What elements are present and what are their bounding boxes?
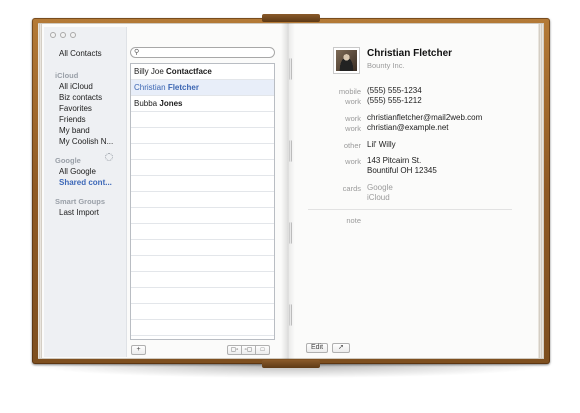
empty-row	[131, 176, 274, 192]
sidebar-item-biz-contacts[interactable]: Biz contacts	[59, 93, 102, 102]
field-label-other: other	[343, 141, 361, 150]
edit-button[interactable]: Edit	[306, 343, 328, 353]
empty-row	[131, 144, 274, 160]
empty-row	[131, 128, 274, 144]
field-label-work-email-2: work	[345, 124, 361, 133]
top-binding	[262, 14, 320, 22]
sidebar-item-my-coolish[interactable]: My Coolish N...	[59, 137, 113, 146]
list-item-selected[interactable]: Christian Fletcher	[131, 80, 274, 96]
list-item[interactable]: Billy Joe Contactface	[131, 64, 274, 80]
add-contact-button[interactable]: +	[131, 345, 146, 355]
field-value-card-google: Google	[367, 183, 393, 192]
contact-name: Christian Fletcher	[367, 48, 453, 59]
field-value-work-email[interactable]: christianfletcher@mail2web.com	[367, 113, 482, 122]
zoom-button[interactable]	[70, 32, 76, 38]
binder-ring	[289, 58, 292, 80]
empty-row	[131, 112, 274, 128]
card-view-icon[interactable]: □	[255, 345, 270, 355]
empty-row	[131, 192, 274, 208]
left-page-edges	[38, 24, 42, 358]
right-page-edges	[538, 24, 544, 358]
contacts-list: Billy Joe Contactface Christian Fletcher…	[130, 63, 275, 340]
close-button[interactable]	[50, 32, 56, 38]
avatar[interactable]	[333, 47, 360, 74]
binder-ring	[289, 304, 292, 326]
field-label-note: note	[346, 216, 361, 225]
field-value-mobile[interactable]: (555) 555-1234	[367, 86, 422, 95]
list-view-icon[interactable]: ▫▢	[241, 345, 256, 355]
sidebar-header-google: Google	[55, 156, 81, 165]
empty-row	[131, 272, 274, 288]
field-label-mobile: mobile	[338, 87, 361, 96]
contact-last-name: Jones	[159, 99, 183, 108]
book-spine	[281, 23, 295, 359]
contact-last-name: Contactface	[166, 67, 212, 76]
contact-company: Bounty Inc.	[367, 61, 405, 70]
sidebar-item-last-import[interactable]: Last Import	[59, 208, 99, 217]
field-value-work-email-2[interactable]: christian@example.net	[367, 123, 449, 132]
field-value-address-line2[interactable]: Bountiful OH 12345	[367, 166, 437, 175]
avatar-photo	[336, 50, 357, 71]
contact-last-name: Fletcher	[167, 83, 199, 92]
field-label-work-address: work	[345, 157, 361, 166]
view-switcher: ▢▫ ▫▢ □	[227, 345, 270, 355]
card-list-view-icon[interactable]: ▢▫	[227, 345, 242, 355]
note-divider	[308, 209, 512, 210]
sidebar-header-smart-groups: Smart Groups	[55, 197, 106, 206]
field-label-cards: cards	[342, 184, 361, 193]
minimize-button[interactable]	[60, 32, 66, 38]
window-controls	[50, 32, 76, 38]
bottom-binding	[262, 360, 320, 368]
binder-ring	[289, 222, 292, 244]
binder-ring	[289, 140, 292, 162]
search-input[interactable]: ⚲	[130, 47, 275, 58]
empty-row	[131, 240, 274, 256]
contact-first-name: Billy Joe	[134, 67, 164, 76]
field-value-other[interactable]: Lil' Willy	[367, 140, 396, 149]
sidebar-item-friends[interactable]: Friends	[59, 115, 86, 124]
sidebar-item-all-google[interactable]: All Google	[59, 167, 96, 176]
empty-row	[131, 288, 274, 304]
sidebar-item-shared-contacts[interactable]: Shared cont...	[59, 178, 112, 187]
contact-first-name: Christian	[134, 83, 166, 92]
field-value-card-icloud: iCloud	[367, 193, 390, 202]
empty-row	[131, 160, 274, 176]
sidebar-header-icloud: iCloud	[55, 71, 79, 80]
groups-sidebar: All Contacts iCloud All iCloud Biz conta…	[44, 27, 127, 357]
empty-row	[131, 208, 274, 224]
sidebar-item-all-icloud[interactable]: All iCloud	[59, 82, 93, 91]
field-value-work-phone[interactable]: (555) 555-1212	[367, 96, 422, 105]
empty-row	[131, 224, 274, 240]
sidebar-item-all-contacts[interactable]: All Contacts	[59, 49, 102, 58]
search-icon: ⚲	[134, 49, 140, 56]
sidebar-item-my-band[interactable]: My band	[59, 126, 90, 135]
share-icon: ➚	[338, 344, 344, 351]
empty-row	[131, 256, 274, 272]
share-button[interactable]: ➚	[332, 343, 350, 353]
list-item[interactable]: Bubba Jones	[131, 96, 274, 112]
field-value-address-line1[interactable]: 143 Pitcairn St.	[367, 156, 421, 165]
list-toolbar: + ▢▫ ▫▢ □	[130, 342, 275, 356]
field-label-work-email: work	[345, 114, 361, 123]
sidebar-item-favorites[interactable]: Favorites	[59, 104, 92, 113]
field-label-work-phone: work	[345, 97, 361, 106]
sync-spinner-icon	[105, 153, 113, 161]
empty-row	[131, 304, 274, 320]
empty-row	[131, 320, 274, 336]
contact-first-name: Bubba	[134, 99, 158, 108]
